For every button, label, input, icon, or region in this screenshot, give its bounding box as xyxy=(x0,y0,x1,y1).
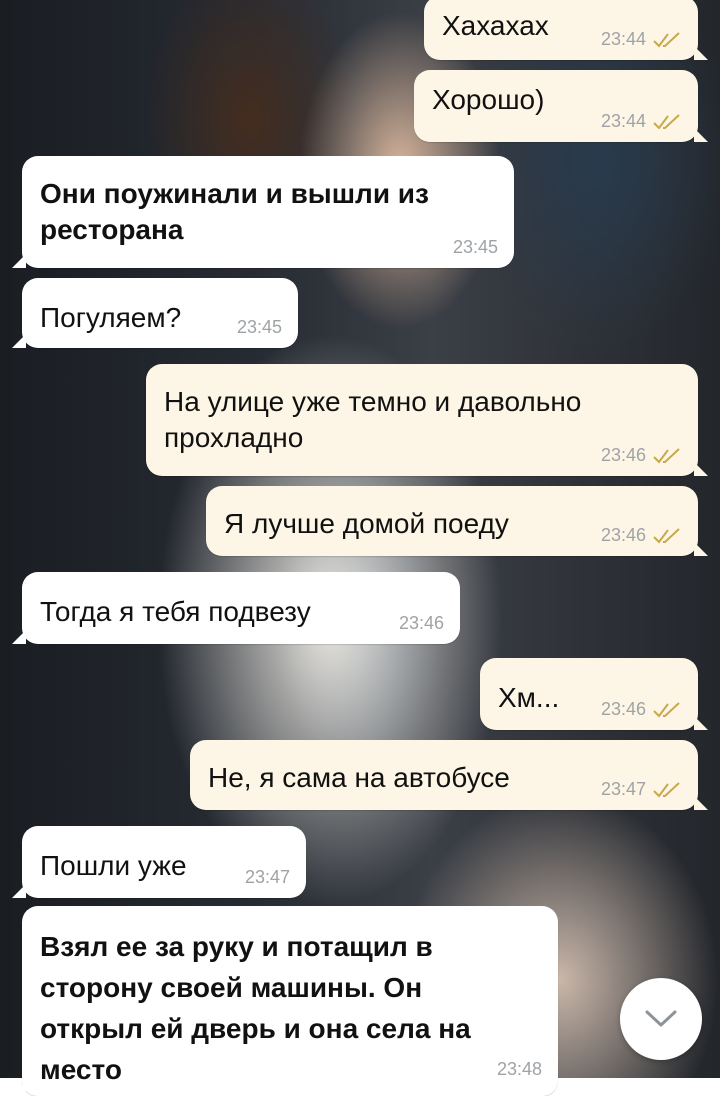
message-meta: 23:47 xyxy=(601,779,682,800)
message-time: 23:44 xyxy=(600,111,646,131)
message-text: Не, я сама на автобусе xyxy=(208,762,510,793)
message-meta: 23:44 xyxy=(601,29,682,50)
double-check-icon xyxy=(653,447,680,464)
message-time: 23:45 xyxy=(452,237,498,257)
message-text: Хм... xyxy=(498,682,560,713)
message-bubble[interactable]: Тогда я тебя подвезу 23:46 xyxy=(12,572,460,644)
message-meta: 23:46 xyxy=(601,525,682,546)
message-time: 23:47 xyxy=(600,779,646,799)
message-time: 23:44 xyxy=(600,29,646,49)
message-meta: 23:44 xyxy=(601,111,682,132)
scroll-down-button[interactable] xyxy=(620,978,702,1060)
message-meta: 23:45 xyxy=(453,237,498,258)
message-text: Хорошо) xyxy=(432,84,545,115)
message-bubble[interactable]: Хахахах 23:44 xyxy=(424,0,708,60)
message-meta: 23:46 xyxy=(601,445,682,466)
message-meta: 23:47 xyxy=(245,867,290,888)
double-check-icon xyxy=(653,113,680,130)
message-bubble[interactable]: Хм... 23:46 xyxy=(480,658,708,730)
chevron-down-icon xyxy=(645,1010,677,1027)
message-meta: 23:45 xyxy=(237,317,282,338)
message-time: 23:46 xyxy=(600,699,646,719)
message-bubble[interactable]: Пошли уже 23:47 xyxy=(12,826,306,898)
message-text: Они поужинали и вышли из ресторана xyxy=(40,178,429,245)
double-check-icon xyxy=(653,31,680,48)
message-meta: 23:46 xyxy=(399,613,444,634)
message-bubble[interactable]: Погуляем? 23:45 xyxy=(12,278,298,348)
message-bubble[interactable]: Хорошо) 23:44 xyxy=(414,70,708,142)
message-text: Взял ее за руку и потащил в сторону свое… xyxy=(40,931,471,1085)
message-text: Хахахах xyxy=(442,10,549,41)
double-check-icon xyxy=(653,781,680,798)
message-bubble[interactable]: Взял ее за руку и потащил в сторону свое… xyxy=(12,906,558,1096)
message-time: 23:47 xyxy=(244,867,290,887)
message-text: Тогда я тебя подвезу xyxy=(40,596,311,627)
message-text: Погуляем? xyxy=(40,302,182,333)
message-text: Я лучше домой поеду xyxy=(224,508,509,539)
message-time: 23:45 xyxy=(236,317,282,337)
message-time: 23:48 xyxy=(496,1059,542,1079)
message-meta: 23:46 xyxy=(601,699,682,720)
message-text: Пошли уже xyxy=(40,850,187,881)
double-check-icon xyxy=(653,527,680,544)
message-time: 23:46 xyxy=(600,445,646,465)
message-meta: 23:48 xyxy=(497,1059,542,1080)
message-bubble[interactable]: Они поужинали и вышли из ресторана 23:45 xyxy=(12,156,514,268)
message-time: 23:46 xyxy=(600,525,646,545)
double-check-icon xyxy=(653,701,680,718)
message-bubble[interactable]: Я лучше домой поеду 23:46 xyxy=(206,486,708,556)
message-bubble[interactable]: Не, я сама на автобусе 23:47 xyxy=(190,740,708,810)
message-time: 23:46 xyxy=(398,613,444,633)
message-bubble[interactable]: На улице уже темно и давольно прохладно … xyxy=(146,364,708,476)
